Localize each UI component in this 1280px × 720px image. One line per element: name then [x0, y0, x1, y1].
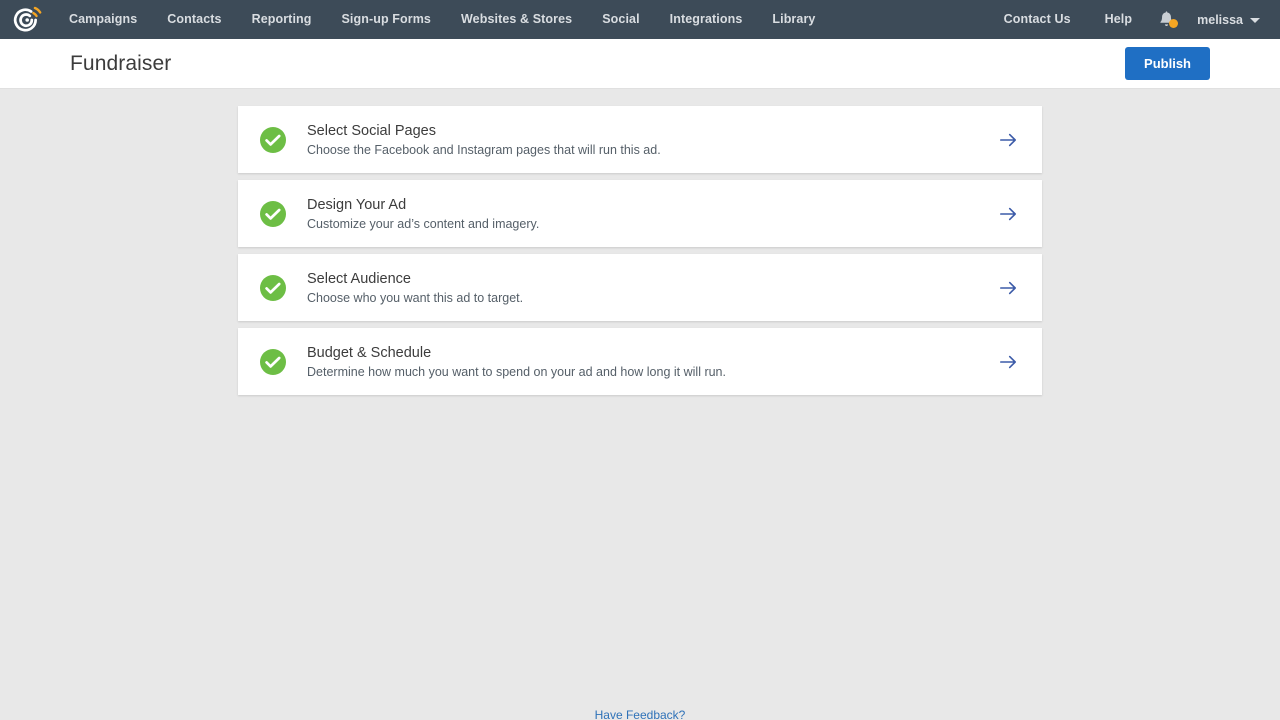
nav-item-help[interactable]: Help	[1088, 0, 1150, 39]
nav-item-websites-and-stores[interactable]: Websites & Stores	[446, 0, 587, 39]
step-text: Design Your Ad Customize your ad’s conte…	[307, 196, 996, 232]
nav-item-integrations[interactable]: Integrations	[655, 0, 758, 39]
user-account-menu[interactable]: melissa	[1183, 13, 1266, 27]
step-text: Select Social Pages Choose the Facebook …	[307, 122, 996, 158]
notifications-button[interactable]	[1149, 0, 1183, 39]
primary-nav-links: Campaigns Contacts Reporting Sign-up For…	[54, 0, 830, 39]
check-circle-icon	[260, 126, 286, 153]
step-description: Customize your ad’s content and imagery.	[307, 216, 540, 231]
page-title: Fundraiser	[70, 51, 172, 75]
step-description: Choose the Facebook and Instagram pages …	[307, 142, 661, 157]
check-circle-icon	[260, 200, 286, 227]
step-open-arrow-button[interactable]	[996, 133, 1020, 147]
step-card-budget-and-schedule[interactable]: Budget & Schedule Determine how much you…	[238, 328, 1042, 395]
step-description: Determine how much you want to spend on …	[307, 364, 726, 379]
user-account-name: melissa	[1197, 12, 1243, 27]
nav-item-social[interactable]: Social	[587, 0, 654, 39]
arrow-right-icon	[999, 355, 1016, 368]
check-circle-icon	[260, 274, 286, 301]
step-open-arrow-button[interactable]	[996, 355, 1020, 369]
publish-button[interactable]: Publish	[1125, 47, 1210, 80]
constant-contact-logo-icon[interactable]	[0, 5, 54, 35]
step-text: Budget & Schedule Determine how much you…	[307, 344, 996, 380]
nav-item-contacts[interactable]: Contacts	[152, 0, 236, 39]
nav-item-contact-us[interactable]: Contact Us	[987, 0, 1088, 39]
notification-badge-dot	[1169, 19, 1179, 28]
chevron-down-icon	[1250, 18, 1260, 23]
nav-item-campaigns[interactable]: Campaigns	[54, 0, 152, 39]
step-card-select-audience[interactable]: Select Audience Choose who you want this…	[238, 254, 1042, 321]
nav-item-sign-up-forms[interactable]: Sign-up Forms	[326, 0, 446, 39]
ad-setup-step-list: Select Social Pages Choose the Facebook …	[238, 89, 1042, 395]
step-open-arrow-button[interactable]	[996, 207, 1020, 221]
step-title: Design Your Ad	[307, 196, 407, 213]
arrow-right-icon	[999, 207, 1016, 220]
step-card-select-social-pages[interactable]: Select Social Pages Choose the Facebook …	[238, 106, 1042, 173]
top-navigation-bar: Campaigns Contacts Reporting Sign-up For…	[0, 0, 1280, 39]
step-description: Choose who you want this ad to target.	[307, 290, 524, 305]
have-feedback-link[interactable]: Have Feedback?	[595, 708, 686, 720]
nav-item-reporting[interactable]: Reporting	[237, 0, 327, 39]
feedback-footer: Have Feedback?	[0, 706, 1280, 720]
step-title: Select Audience	[307, 270, 411, 287]
step-title: Budget & Schedule	[307, 344, 432, 361]
check-circle-icon	[260, 348, 286, 375]
step-text: Select Audience Choose who you want this…	[307, 270, 996, 306]
step-open-arrow-button[interactable]	[996, 281, 1020, 295]
arrow-right-icon	[999, 133, 1016, 146]
arrow-right-icon	[999, 281, 1016, 294]
secondary-nav-links: Contact Us Help melissa	[987, 0, 1266, 39]
step-title: Select Social Pages	[307, 122, 436, 139]
nav-item-library[interactable]: Library	[757, 0, 830, 39]
step-card-design-your-ad[interactable]: Design Your Ad Customize your ad’s conte…	[238, 180, 1042, 247]
page-header: Fundraiser Publish	[0, 39, 1280, 89]
main-content: Select Social Pages Choose the Facebook …	[0, 89, 1280, 720]
